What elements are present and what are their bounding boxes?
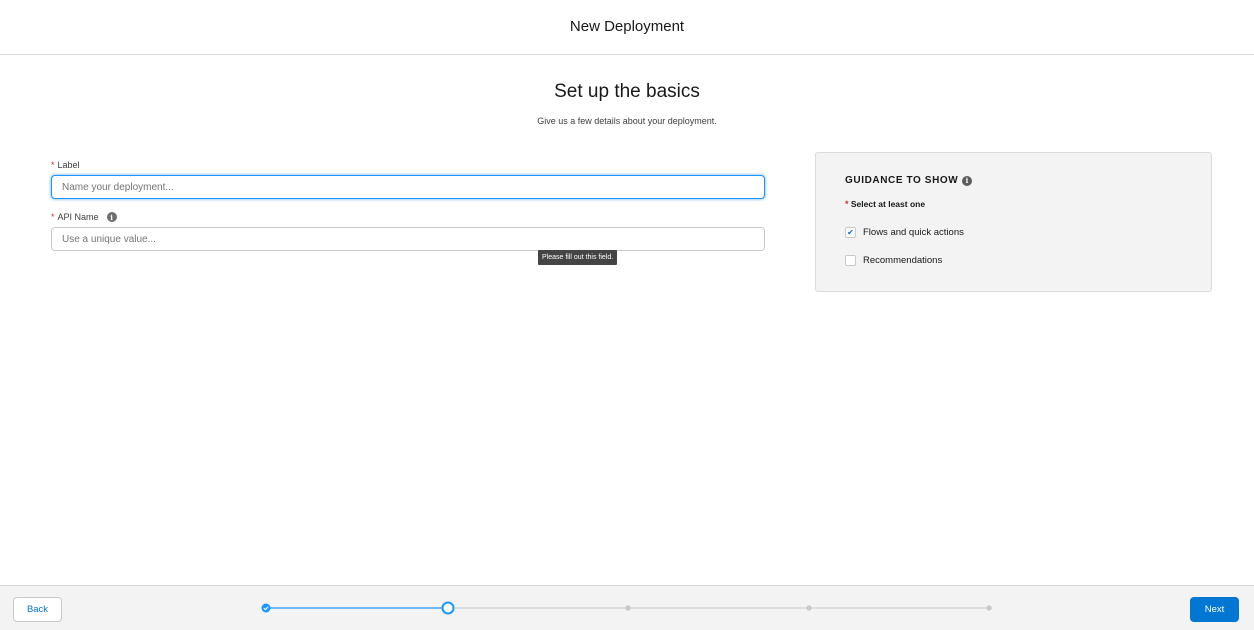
modal-footer: Back Next (0, 585, 1254, 630)
option-label: Recommendations (863, 255, 943, 266)
api-name-input[interactable] (51, 227, 765, 251)
page-subtitle: Give us a few details about your deploym… (537, 116, 717, 126)
next-button[interactable]: Next (1190, 597, 1239, 622)
progress-step-2-active[interactable] (441, 601, 455, 615)
page-title: Set up the basics (554, 81, 700, 102)
back-button[interactable]: Back (13, 597, 62, 622)
option-label: Flows and quick actions (863, 227, 964, 238)
guidance-title-text: GUIDANCE TO SHOW (845, 175, 959, 186)
label-field-label: * Label (51, 160, 80, 170)
option-flows-and-quick-actions[interactable]: ✔ Flows and quick actions (845, 227, 964, 238)
progress-step-4[interactable] (806, 605, 812, 611)
api-name-field-label: * API Name i (51, 212, 117, 222)
option-recommendations[interactable]: Recommendations (845, 255, 942, 266)
checkbox-checked[interactable]: ✔ (845, 227, 856, 238)
progress-indicator (261, 601, 992, 615)
progress-step-5[interactable] (986, 605, 992, 611)
guidance-panel: GUIDANCE TO SHOW i * Select at least one… (815, 152, 1212, 292)
label-field-label-text: Label (57, 160, 80, 170)
validation-tooltip: Please fill out this field. (538, 250, 618, 265)
api-name-field-label-text: API Name (57, 212, 99, 222)
required-marker: * (51, 212, 55, 222)
guidance-title: GUIDANCE TO SHOW i (845, 175, 973, 186)
modal-title: New Deployment (569, 17, 685, 35)
guidance-required-text: * Select at least one (845, 199, 925, 209)
guidance-required-label: Select at least one (850, 199, 926, 209)
info-icon[interactable]: i (106, 212, 117, 222)
progress-step-3[interactable] (625, 605, 631, 611)
required-marker: * (845, 199, 849, 209)
checkbox-unchecked[interactable] (845, 255, 856, 266)
required-marker: * (51, 160, 55, 170)
info-icon[interactable]: i (962, 175, 973, 186)
label-input[interactable] (51, 175, 765, 199)
modal-header: New Deployment (0, 0, 1254, 55)
progress-step-1-complete[interactable] (261, 603, 271, 613)
